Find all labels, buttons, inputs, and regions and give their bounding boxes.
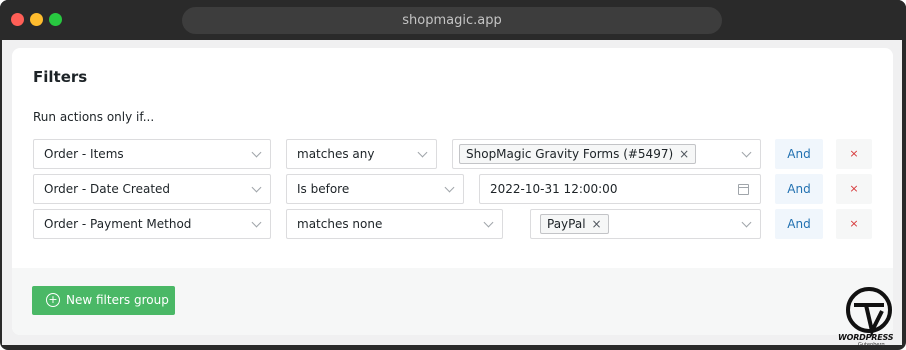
- date-value: 2022-10-31 12:00:00: [490, 182, 618, 196]
- address-bar[interactable]: shopmagic.app: [182, 7, 722, 34]
- filters-title: Filters: [33, 68, 88, 86]
- page-content: Filters Run actions only if... Order - I…: [2, 40, 902, 345]
- filter-field-value: Order - Items: [44, 147, 124, 161]
- and-button[interactable]: And: [775, 209, 823, 239]
- minimize-window-button[interactable]: [30, 13, 43, 26]
- remove-tag-icon[interactable]: ×: [679, 145, 689, 163]
- browser-window: shopmagic.app Filters Run actions only i…: [0, 0, 906, 350]
- selected-tag: ShopMagic Gravity Forms (#5497) ×: [459, 144, 697, 164]
- filter-field-select[interactable]: Order - Payment Method: [33, 209, 271, 239]
- watermark-text: WORDPRESS: [838, 333, 894, 342]
- calendar-icon[interactable]: [738, 184, 749, 195]
- chevron-down-icon: [251, 147, 262, 158]
- filter-value-multiselect[interactable]: PayPal ×: [530, 209, 761, 239]
- filter-operator-select[interactable]: matches none: [286, 209, 503, 239]
- filter-operator-select[interactable]: Is before: [286, 174, 464, 204]
- selected-tag-label: PayPal: [547, 217, 586, 231]
- maximize-window-button[interactable]: [49, 13, 62, 26]
- new-filters-group-button[interactable]: + New filters group: [32, 286, 175, 315]
- selected-tag: PayPal ×: [540, 214, 609, 234]
- filter-operator-select[interactable]: matches any: [286, 139, 437, 169]
- chevron-down-icon: [417, 147, 428, 158]
- new-filters-group-label: New filters group: [66, 293, 169, 307]
- plus-circle-icon: +: [46, 293, 60, 307]
- filter-field-value: Order - Payment Method: [44, 217, 192, 231]
- chevron-down-icon: [741, 147, 752, 158]
- filter-field-select[interactable]: Order - Date Created: [33, 174, 271, 204]
- and-button[interactable]: And: [775, 174, 823, 204]
- filter-operator-value: matches none: [297, 217, 383, 231]
- remove-filter-button[interactable]: ×: [836, 139, 872, 169]
- chevron-down-icon: [483, 217, 494, 228]
- remove-tag-icon[interactable]: ×: [591, 215, 601, 233]
- chevron-down-icon: [741, 217, 752, 228]
- remove-filter-button[interactable]: ×: [836, 174, 872, 204]
- filter-field-value: Order - Date Created: [44, 182, 171, 196]
- filter-field-select[interactable]: Order - Items: [33, 139, 271, 169]
- watermark-subtext: Gutenberg: [858, 342, 885, 348]
- filter-operator-value: Is before: [297, 182, 350, 196]
- and-button[interactable]: And: [775, 139, 823, 169]
- title-bar: shopmagic.app: [0, 0, 906, 40]
- selected-tag-label: ShopMagic Gravity Forms (#5497): [466, 147, 674, 161]
- filter-operator-value: matches any: [297, 147, 375, 161]
- filter-value-multiselect[interactable]: ShopMagic Gravity Forms (#5497) ×: [452, 139, 761, 169]
- close-window-button[interactable]: [11, 13, 24, 26]
- remove-filter-button[interactable]: ×: [836, 209, 872, 239]
- date-input[interactable]: 2022-10-31 12:00:00: [479, 174, 761, 204]
- chevron-down-icon: [444, 182, 455, 193]
- filters-card: Filters Run actions only if... Order - I…: [12, 48, 893, 335]
- chevron-down-icon: [251, 217, 262, 228]
- chevron-down-icon: [251, 182, 262, 193]
- filters-subtitle: Run actions only if...: [33, 110, 155, 124]
